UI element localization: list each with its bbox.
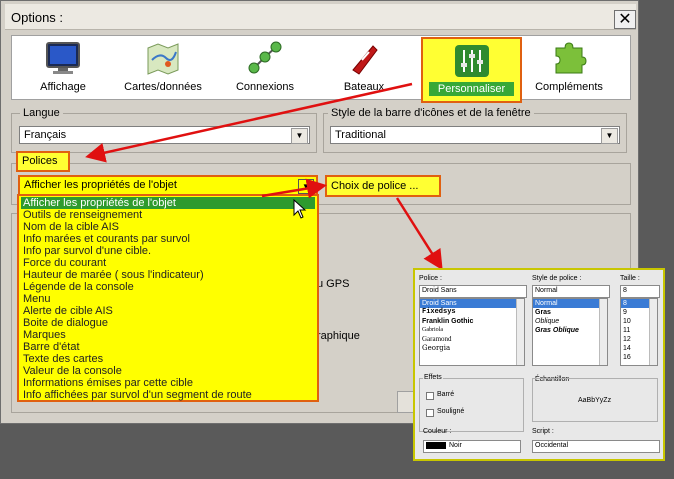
tab-label: Affichage (40, 81, 86, 93)
sliders-icon (454, 45, 489, 77)
size-list[interactable]: 8 9 10 11 12 14 16 (620, 298, 658, 366)
list-item[interactable]: Garamond (420, 335, 524, 344)
tab-strip: Affichage Cartes/données Connexions Bate… (11, 35, 631, 103)
style-label: Style de la barre d'icônes et de la fenê… (328, 107, 534, 119)
dropdown-item[interactable]: Marques (21, 329, 315, 341)
dropdown-item[interactable]: Outils de renseignement (21, 209, 315, 221)
dropdown-item[interactable]: Barre d'état (21, 341, 315, 353)
dropdown-item[interactable]: Boite de dialogue (21, 317, 315, 329)
tab-label: Compléments (535, 81, 603, 93)
style-select[interactable]: Traditional ▼ (330, 126, 620, 144)
list-item[interactable]: Fixedsys (420, 308, 524, 317)
list-item[interactable]: Franklin Gothic (420, 317, 524, 326)
script-label: Script : (532, 428, 554, 435)
color-value: Noir (449, 442, 462, 449)
underline-checkbox[interactable] (426, 409, 434, 417)
police-label: Police : (419, 275, 442, 282)
tab-connexions[interactable]: Connexions (222, 36, 308, 100)
dropdown-item[interactable]: Menu (21, 293, 315, 305)
list-item[interactable]: Gras Oblique (533, 326, 607, 335)
size-label: Taille : (620, 275, 640, 282)
mouse-cursor-icon (293, 199, 307, 219)
font-target-select[interactable]: Afficher les propriétés de l'objet ▼ (18, 175, 318, 196)
close-button[interactable]: ✕ (614, 10, 636, 29)
scrollbar[interactable] (516, 299, 524, 365)
dropdown-item[interactable]: Info par survol d'une cible. (21, 245, 315, 257)
tab-bateaux[interactable]: Bateaux (328, 36, 400, 100)
chevron-down-icon[interactable]: ▼ (601, 128, 618, 144)
polices-label: Polices (16, 151, 70, 172)
effects-label: Effets (423, 374, 443, 381)
size-input[interactable]: 8 (620, 285, 660, 298)
title-bar: Options : ✕ (5, 4, 636, 30)
list-item[interactable]: Gras (533, 308, 607, 317)
scrollbar[interactable] (599, 299, 607, 365)
list-item[interactable]: Georgia (420, 344, 524, 353)
boat-icon (352, 45, 378, 75)
tab-affichage[interactable]: Affichage (22, 36, 104, 100)
langue-label: Langue (20, 107, 63, 119)
color-select[interactable]: Noir (423, 440, 521, 453)
dropdown-item[interactable]: Info affichées par survol d'un segment d… (21, 389, 315, 401)
style-value: Traditional (335, 129, 386, 141)
scrollbar[interactable] (649, 299, 657, 365)
langue-value: Français (24, 129, 67, 141)
police-input[interactable]: Droid Sans (419, 285, 527, 298)
tab-label: Personnaliser (429, 82, 514, 96)
monitor-icon (46, 42, 80, 74)
tab-label: Connexions (235, 81, 295, 93)
sample-text: AaBbYyZz (578, 397, 612, 404)
font-list[interactable]: Droid Sans Fixedsys Franklin Gothic Gabr… (419, 298, 525, 366)
style-list[interactable]: Normal Gras Oblique Gras Oblique (532, 298, 608, 366)
effects-group (419, 378, 524, 432)
tab-cartes-donnees[interactable]: Cartes/données (112, 36, 214, 100)
underline-label: Souligné (437, 408, 465, 415)
color-swatch (426, 442, 446, 449)
dropdown-item[interactable]: Afficher les propriétés de l'objet (21, 197, 315, 209)
dropdown-item[interactable]: Force du courant (21, 257, 315, 269)
dropdown-item[interactable]: Texte des cartes (21, 353, 315, 365)
puzzle-icon (555, 42, 587, 74)
dropdown-item[interactable]: Légende de la console (21, 281, 315, 293)
style-label: Style de police : (532, 275, 582, 282)
gps-option-fragment: u GPS (317, 278, 350, 290)
color-label: Couleur : (423, 428, 452, 435)
langue-select[interactable]: Français ▼ (19, 126, 310, 144)
window-title: Options : (11, 10, 64, 25)
font-dialog: Police : Droid Sans Droid Sans Fixedsys … (413, 268, 665, 461)
dropdown-item[interactable]: Nom de la cible AIS (21, 221, 315, 233)
sample-box: AaBbYyZz (532, 378, 658, 422)
dropdown-item[interactable]: Info marées et courants par survol (21, 233, 315, 245)
chevron-down-icon[interactable]: ▼ (291, 128, 308, 144)
strike-checkbox[interactable] (426, 392, 434, 400)
tab-personnaliser[interactable]: Personnaliser (421, 37, 522, 103)
list-item[interactable]: Gabriola (420, 326, 524, 335)
font-target-dropdown[interactable]: Afficher les propriétés de l'objet Outil… (17, 194, 319, 402)
choose-font-button[interactable]: Choix de police ... (325, 175, 441, 197)
list-item[interactable]: Normal (533, 299, 607, 308)
dropdown-item[interactable]: Valeur de la console (21, 365, 315, 377)
style-input[interactable]: Normal (532, 285, 610, 298)
tab-label: Bateaux (343, 81, 385, 93)
list-item[interactable]: Droid Sans (420, 299, 524, 308)
tab-label: Cartes/données (124, 81, 202, 93)
strike-label: Barré (437, 391, 455, 398)
style-group: Style de la barre d'icônes et de la fenê… (323, 107, 627, 153)
dropdown-item[interactable]: Informations émises par cette cible (21, 377, 315, 389)
langue-group: Langue Français ▼ (11, 107, 317, 153)
graph-option-fragment: raphique (317, 330, 360, 342)
tab-complements[interactable]: Compléments (524, 36, 614, 100)
font-target-value: Afficher les propriétés de l'objet (24, 179, 177, 191)
script-select[interactable]: Occidental (532, 440, 660, 453)
map-icon (147, 43, 179, 75)
dropdown-item[interactable]: Hauteur de marée ( sous l'indicateur) (21, 269, 315, 281)
network-icon (248, 41, 282, 74)
chevron-down-icon[interactable]: ▼ (298, 179, 314, 194)
dropdown-item[interactable]: Alerte de cible AIS (21, 305, 315, 317)
list-item[interactable]: Oblique (533, 317, 607, 326)
